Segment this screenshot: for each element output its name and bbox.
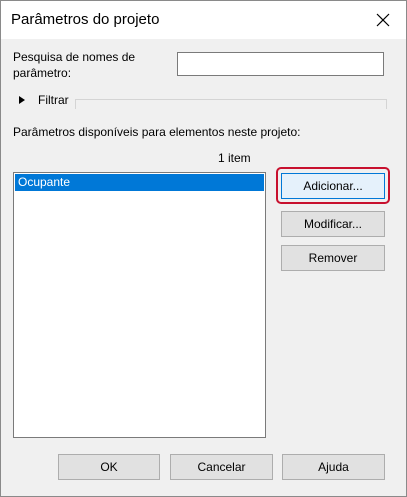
- modify-button[interactable]: Modificar...: [281, 211, 385, 237]
- filter-group-border: [75, 99, 387, 109]
- list-item[interactable]: Ocupante: [15, 174, 264, 191]
- ok-button[interactable]: OK: [58, 454, 160, 480]
- parameters-list[interactable]: Ocupante: [13, 172, 266, 438]
- close-icon: [376, 13, 390, 27]
- item-count: 1 item: [218, 151, 251, 165]
- filter-label: Filtrar: [38, 93, 69, 107]
- parameters-header: Parâmetros disponíveis para elementos ne…: [13, 125, 301, 139]
- window-title: Parâmetros do projeto: [11, 11, 160, 28]
- title-bar: Parâmetros do projeto: [1, 1, 406, 39]
- project-parameters-dialog: Parâmetros do projeto Pesquisa de nomes …: [0, 0, 407, 497]
- remove-button[interactable]: Remover: [281, 245, 385, 271]
- annotation-highlight: [276, 167, 390, 204]
- cancel-button[interactable]: Cancelar: [170, 454, 273, 480]
- expand-arrow-icon: [19, 96, 25, 104]
- search-label-line1: Pesquisa de nomes de: [13, 50, 136, 64]
- search-input[interactable]: [177, 52, 384, 76]
- close-button[interactable]: [370, 7, 396, 33]
- help-button[interactable]: Ajuda: [282, 454, 385, 480]
- filter-expander[interactable]: Filtrar: [13, 91, 387, 111]
- search-label-line2: parâmetro:: [13, 66, 72, 80]
